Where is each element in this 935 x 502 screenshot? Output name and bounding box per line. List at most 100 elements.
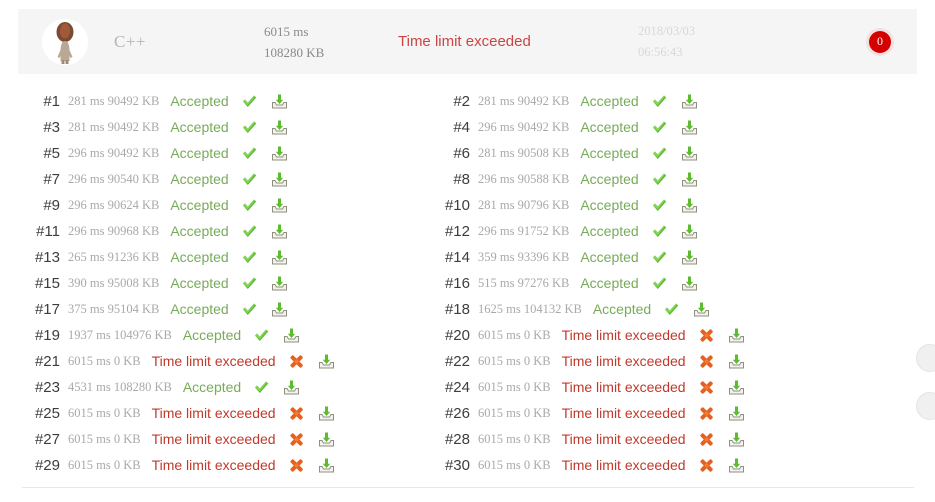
table-row[interactable]: #29 6015 ms 0 KB Time limit exceeded [26, 452, 335, 478]
table-row[interactable]: #16 515 ms 97276 KB Accepted [436, 270, 745, 296]
download-button[interactable] [681, 223, 698, 240]
test-case-number: #1 [43, 92, 60, 110]
download-button[interactable] [283, 327, 300, 344]
download-button[interactable] [271, 197, 288, 214]
download-tray-icon [681, 146, 697, 160]
table-row[interactable]: #8 296 ms 90588 KB Accepted [436, 166, 745, 192]
table-row[interactable]: #18 1625 ms 104132 KB Accepted [436, 296, 745, 322]
table-row[interactable]: #11 296 ms 90968 KB Accepted [26, 218, 335, 244]
table-row[interactable]: #17 375 ms 95104 KB Accepted [26, 296, 335, 322]
download-button[interactable] [271, 301, 288, 318]
download-button[interactable] [681, 93, 698, 110]
test-case-number: #20 [444, 326, 470, 344]
table-row[interactable]: #21 6015 ms 0 KB Time limit exceeded [26, 348, 335, 374]
table-row[interactable]: #27 6015 ms 0 KB Time limit exceeded [26, 426, 335, 452]
download-button[interactable] [271, 223, 288, 240]
test-case-number: #25 [34, 404, 60, 422]
test-results-column-left: #1 281 ms 90492 KB Accepted #3 281 ms 90492 … [26, 88, 335, 478]
download-tray-icon [318, 354, 334, 368]
table-row[interactable]: #6 281 ms 90508 KB Accepted [436, 140, 745, 166]
test-case-metrics: 296 ms 90624 KB [68, 197, 160, 212]
download-tray-icon [681, 276, 697, 290]
table-row[interactable]: #1 281 ms 90492 KB Accepted [26, 88, 335, 114]
table-row[interactable]: #20 6015 ms 0 KB Time limit exceeded [436, 322, 745, 348]
download-button[interactable] [728, 431, 745, 448]
test-case-number: #29 [34, 456, 60, 474]
test-case-status: Accepted [592, 301, 652, 317]
download-tray-icon [728, 432, 744, 446]
download-button[interactable] [728, 457, 745, 474]
failed-icon [698, 327, 715, 344]
user-avatar-image [42, 18, 88, 65]
test-case-number: #17 [34, 300, 60, 318]
table-row[interactable]: #24 6015 ms 0 KB Time limit exceeded [436, 374, 745, 400]
test-case-metrics: 6015 ms 0 KB [478, 431, 551, 446]
download-button[interactable] [681, 249, 698, 266]
download-button[interactable] [728, 379, 745, 396]
edge-widget-lower[interactable] [916, 392, 935, 420]
download-button[interactable] [283, 379, 300, 396]
download-button[interactable] [271, 275, 288, 292]
download-tray-icon [318, 432, 334, 446]
table-row[interactable]: #2 281 ms 90492 KB Accepted [436, 88, 745, 114]
download-button[interactable] [318, 457, 335, 474]
download-button[interactable] [693, 301, 710, 318]
test-case-status: Accepted [170, 301, 229, 317]
download-button[interactable] [728, 327, 745, 344]
orange-cross-burst-icon [289, 458, 303, 472]
table-row[interactable]: #19 1937 ms 104976 KB Accepted [26, 322, 335, 348]
download-button[interactable] [271, 171, 288, 188]
test-case-number: #4 [453, 118, 470, 136]
test-case-metrics: 296 ms 90492 KB [68, 145, 160, 160]
table-row[interactable]: #23 4531 ms 108280 KB Accepted [26, 374, 335, 400]
download-button[interactable] [271, 119, 288, 136]
test-case-metrics: 390 ms 95008 KB [68, 275, 160, 290]
orange-cross-burst-icon [699, 380, 713, 394]
submission-timestamp: 2018/03/03 06:56:43 [638, 21, 788, 63]
download-button[interactable] [318, 353, 335, 370]
test-case-metrics: 281 ms 90492 KB [68, 119, 160, 134]
download-button[interactable] [681, 171, 698, 188]
table-row[interactable]: #25 6015 ms 0 KB Time limit exceeded [26, 400, 335, 426]
download-button[interactable] [681, 145, 698, 162]
download-button[interactable] [728, 353, 745, 370]
download-button[interactable] [681, 197, 698, 214]
table-row[interactable]: #12 296 ms 91752 KB Accepted [436, 218, 745, 244]
table-row[interactable]: #30 6015 ms 0 KB Time limit exceeded [436, 452, 745, 478]
test-case-number: #14 [444, 248, 470, 266]
test-case-status: Time limit exceeded [561, 353, 686, 369]
test-case-metrics: 6015 ms 0 KB [68, 405, 141, 420]
orange-cross-burst-icon [699, 458, 713, 472]
table-row[interactable]: #22 6015 ms 0 KB Time limit exceeded [436, 348, 745, 374]
submission-verdict: Time limit exceeded [398, 33, 531, 50]
test-case-number: #19 [34, 326, 60, 344]
download-button[interactable] [271, 249, 288, 266]
green-check-icon [652, 199, 666, 211]
table-row[interactable]: #14 359 ms 93396 KB Accepted [436, 244, 745, 270]
avatar[interactable] [42, 18, 88, 65]
table-row[interactable]: #10 281 ms 90796 KB Accepted [436, 192, 745, 218]
table-row[interactable]: #9 296 ms 90624 KB Accepted [26, 192, 335, 218]
download-button[interactable] [681, 119, 698, 136]
table-row[interactable]: #13 265 ms 91236 KB Accepted [26, 244, 335, 270]
test-case-metrics: 6015 ms 0 KB [478, 353, 551, 368]
table-row[interactable]: #3 281 ms 90492 KB Accepted [26, 114, 335, 140]
test-case-metrics: 281 ms 90508 KB [478, 145, 570, 160]
orange-cross-burst-icon [289, 432, 303, 446]
table-row[interactable]: #26 6015 ms 0 KB Time limit exceeded [436, 400, 745, 426]
download-button[interactable] [681, 275, 698, 292]
green-check-icon [242, 147, 256, 159]
download-button[interactable] [318, 431, 335, 448]
table-row[interactable]: #4 296 ms 90492 KB Accepted [436, 114, 745, 140]
test-case-number: #10 [444, 196, 470, 214]
table-row[interactable]: #7 296 ms 90540 KB Accepted [26, 166, 335, 192]
table-row[interactable]: #5 296 ms 90492 KB Accepted [26, 140, 335, 166]
download-button[interactable] [271, 145, 288, 162]
test-case-metrics: 4531 ms 108280 KB [68, 379, 172, 394]
table-row[interactable]: #15 390 ms 95008 KB Accepted [26, 270, 335, 296]
download-button[interactable] [271, 93, 288, 110]
table-row[interactable]: #28 6015 ms 0 KB Time limit exceeded [436, 426, 745, 452]
download-button[interactable] [728, 405, 745, 422]
download-button[interactable] [318, 405, 335, 422]
edge-widget-upper[interactable] [916, 344, 935, 372]
